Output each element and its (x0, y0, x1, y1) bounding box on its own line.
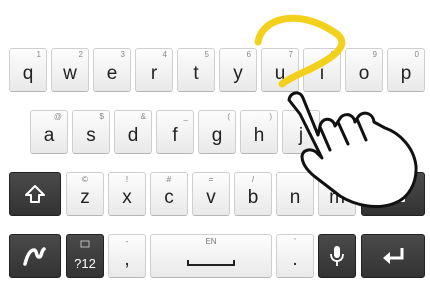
key-hint: @ (53, 112, 62, 121)
key-u[interactable]: 7 u (261, 48, 299, 92)
key-x[interactable]: ! x (108, 172, 146, 216)
key-d[interactable]: & d (114, 110, 152, 154)
key-label: . (292, 249, 298, 270)
key-hint: / (251, 175, 255, 184)
key-hint: © (82, 175, 88, 184)
key-m[interactable]: m (318, 172, 356, 216)
key-label: n (289, 187, 301, 208)
key-label: v (206, 187, 216, 208)
key-hint: 5 (204, 50, 209, 59)
key-label: m (329, 187, 345, 208)
key-label: s (86, 125, 96, 146)
key-label: z (80, 187, 90, 208)
key-label: p (400, 63, 412, 84)
key-hint: $ (99, 112, 104, 121)
key-label: c (164, 187, 174, 208)
key-hint: = (208, 175, 214, 184)
key-label: h (253, 125, 265, 146)
key-label: i (319, 63, 325, 84)
key-w[interactable]: 2 w (51, 48, 89, 92)
key-v[interactable]: = v (192, 172, 230, 216)
key-s[interactable]: $ s (72, 110, 110, 154)
shift-arrow-icon (10, 173, 60, 215)
key-label: d (127, 125, 139, 146)
key-q[interactable]: 1 q (9, 48, 47, 92)
key-t[interactable]: 5 t (177, 48, 215, 92)
key-f[interactable]: _ f (156, 110, 194, 154)
key-hint: _ (183, 112, 188, 121)
microphone-icon (319, 235, 355, 277)
key-hint: ! (125, 175, 129, 184)
key-hint: 7 (288, 50, 293, 59)
key-hint: & (140, 112, 146, 121)
key-n[interactable]: n (276, 172, 314, 216)
key-label: , (124, 249, 130, 270)
key-h[interactable]: ) h (240, 110, 278, 154)
symbols-key[interactable]: ?12 (66, 234, 104, 278)
key-b[interactable]: / b (234, 172, 272, 216)
enter-key[interactable] (361, 234, 425, 278)
keyboard: 1 q 2 w 3 e 4 r 5 t 6 y 7 u 8 i 9 o 0 p … (0, 40, 430, 295)
mic-key[interactable] (318, 234, 356, 278)
enter-arrow-icon (362, 235, 424, 277)
key-hint: ( (227, 112, 230, 121)
key-e[interactable]: 3 e (93, 48, 131, 92)
key-label: x (122, 187, 132, 208)
key-c[interactable]: # c (150, 172, 188, 216)
key-label: y (233, 63, 243, 84)
key-hint: 4 (162, 50, 167, 59)
key-r[interactable]: 4 r (135, 48, 173, 92)
key-a[interactable]: @ a (30, 110, 68, 154)
key-label: w (63, 63, 77, 84)
key-label: g (211, 125, 223, 146)
key-label: o (358, 63, 370, 84)
key-label: t (193, 63, 199, 84)
key-label: b (247, 187, 259, 208)
key-label: q (22, 63, 34, 84)
swype-logo-icon (10, 235, 60, 277)
key-hint: 6 (246, 50, 251, 59)
key-hint: 3 (120, 50, 125, 59)
emoticon-icon (67, 238, 103, 250)
key-label: r (150, 63, 158, 84)
swype-key[interactable] (9, 234, 61, 278)
key-hint: 1 (36, 50, 41, 59)
key-p[interactable]: 0 p (387, 48, 425, 92)
key-o[interactable]: 9 o (345, 48, 383, 92)
backspace-key[interactable] (361, 172, 425, 216)
space-icon (187, 260, 235, 266)
key-hint: 2 (78, 50, 83, 59)
key-hint: # (166, 175, 172, 184)
key-i[interactable]: 8 i (303, 48, 341, 92)
key-g[interactable]: ( g (198, 110, 236, 154)
language-hint: EN (205, 237, 217, 246)
key-j[interactable]: j (282, 110, 320, 154)
symbols-label: ?12 (74, 256, 96, 271)
key-hint: 0 (414, 50, 419, 59)
period-key[interactable]: ' . (276, 234, 314, 278)
space-key[interactable]: EN (150, 234, 272, 278)
key-hint: ' (294, 237, 296, 246)
key-z[interactable]: © z (66, 172, 104, 216)
key-hint: ) (269, 112, 272, 121)
key-label: a (43, 125, 55, 146)
key-label: e (106, 63, 118, 84)
key-label: u (274, 63, 286, 84)
key-y[interactable]: 6 y (219, 48, 257, 92)
key-label: f (172, 125, 178, 146)
key-hint: 9 (372, 50, 377, 59)
backspace-icon (362, 173, 424, 215)
shift-key[interactable] (9, 172, 61, 216)
key-label: j (298, 125, 304, 146)
key-hint: 8 (330, 50, 335, 59)
key-hint: - (125, 237, 129, 246)
comma-key[interactable]: - , (108, 234, 146, 278)
